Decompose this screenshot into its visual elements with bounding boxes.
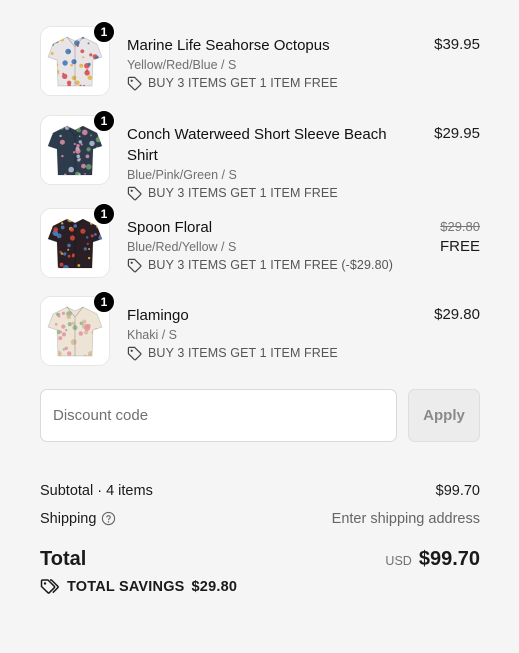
item-price: FREE: [439, 238, 480, 255]
promo-text: BUY 3 ITEMS GET 1 ITEM FREE: [148, 186, 338, 200]
promo-line: BUY 3 ITEMS GET 1 ITEM FREE: [127, 345, 480, 362]
subtotal-value: $99.70: [435, 483, 480, 499]
product-variant: Blue/Pink/Green / S: [127, 168, 237, 182]
item-original-price: $29.80: [440, 219, 480, 234]
item-price: $29.95: [434, 125, 480, 142]
currency-code: USD: [385, 554, 412, 568]
promo-line: BUY 3 ITEMS GET 1 ITEM FREE (-$29.80): [127, 257, 480, 274]
item-price: $39.95: [434, 36, 480, 53]
line-items-list: 1 Marine Life Seahorse Octopus Yellow/Re…: [40, 21, 480, 366]
total-row: Total USD $99.70: [40, 548, 480, 571]
product-thumbnail-wrap: 1: [40, 110, 115, 185]
tag-icon: [127, 76, 142, 91]
line-item: 1 Flamingo Khaki / S BUY 3 ITEMS GET 1 I…: [40, 291, 480, 366]
item-price: $29.80: [434, 306, 480, 323]
shipping-value: Enter shipping address: [331, 511, 480, 527]
total-label: Total: [40, 548, 87, 570]
quantity-badge: 1: [93, 291, 115, 313]
product-name: Marine Life Seahorse Octopus: [127, 37, 330, 54]
subtotal-row: Subtotal · 4 items $99.70: [40, 481, 480, 501]
product-thumbnail-wrap: 1: [40, 21, 115, 96]
quantity-badge: 1: [93, 203, 115, 225]
product-variant: Khaki / S: [127, 328, 178, 342]
quantity-badge: 1: [93, 110, 115, 132]
shipping-label: Shipping: [40, 511, 97, 527]
shipping-row: Shipping Enter shipping address: [40, 509, 480, 529]
order-summary: Subtotal · 4 items $99.70 Shipping Enter…: [40, 481, 480, 529]
promo-line: BUY 3 ITEMS GET 1 ITEM FREE: [127, 185, 480, 202]
product-thumbnail-wrap: 1: [40, 203, 115, 278]
tag-icon: [127, 186, 142, 201]
product-variant: Yellow/Red/Blue / S: [127, 58, 237, 72]
savings-tag-icon: [40, 579, 59, 594]
promo-line: BUY 3 ITEMS GET 1 ITEM FREE: [127, 75, 480, 92]
apply-discount-button[interactable]: Apply: [408, 389, 480, 442]
savings-label: TOTAL SAVINGS: [67, 579, 185, 595]
discount-row: Apply: [40, 389, 480, 442]
promo-text: BUY 3 ITEMS GET 1 ITEM FREE: [148, 76, 338, 90]
tag-icon: [127, 258, 142, 273]
line-item: 1 Marine Life Seahorse Octopus Yellow/Re…: [40, 21, 480, 115]
total-savings: TOTAL SAVINGS $29.80: [40, 578, 237, 596]
product-name: Spoon Floral: [127, 219, 213, 236]
tag-icon: [127, 346, 142, 361]
total-amount: $99.70: [418, 548, 480, 570]
help-circle-icon[interactable]: [101, 511, 116, 526]
line-item: 1 Conch Waterweed Short Sleeve Beach Shi…: [40, 110, 480, 208]
subtotal-label: Subtotal · 4 items: [40, 483, 153, 499]
promo-text: BUY 3 ITEMS GET 1 ITEM FREE: [148, 346, 338, 360]
promo-text: BUY 3 ITEMS GET 1 ITEM FREE (-$29.80): [148, 258, 393, 272]
line-item: 1 Spoon Floral Blue/Red/Yellow / S BUY 3…: [40, 203, 480, 296]
discount-code-input[interactable]: [40, 389, 397, 442]
savings-amount: $29.80: [191, 579, 238, 595]
product-name: Flamingo: [127, 307, 189, 324]
quantity-badge: 1: [93, 21, 115, 43]
product-variant: Blue/Red/Yellow / S: [127, 240, 237, 254]
product-name: Conch Waterweed Short Sleeve Beach Shirt: [127, 126, 387, 164]
product-thumbnail-wrap: 1: [40, 291, 115, 366]
